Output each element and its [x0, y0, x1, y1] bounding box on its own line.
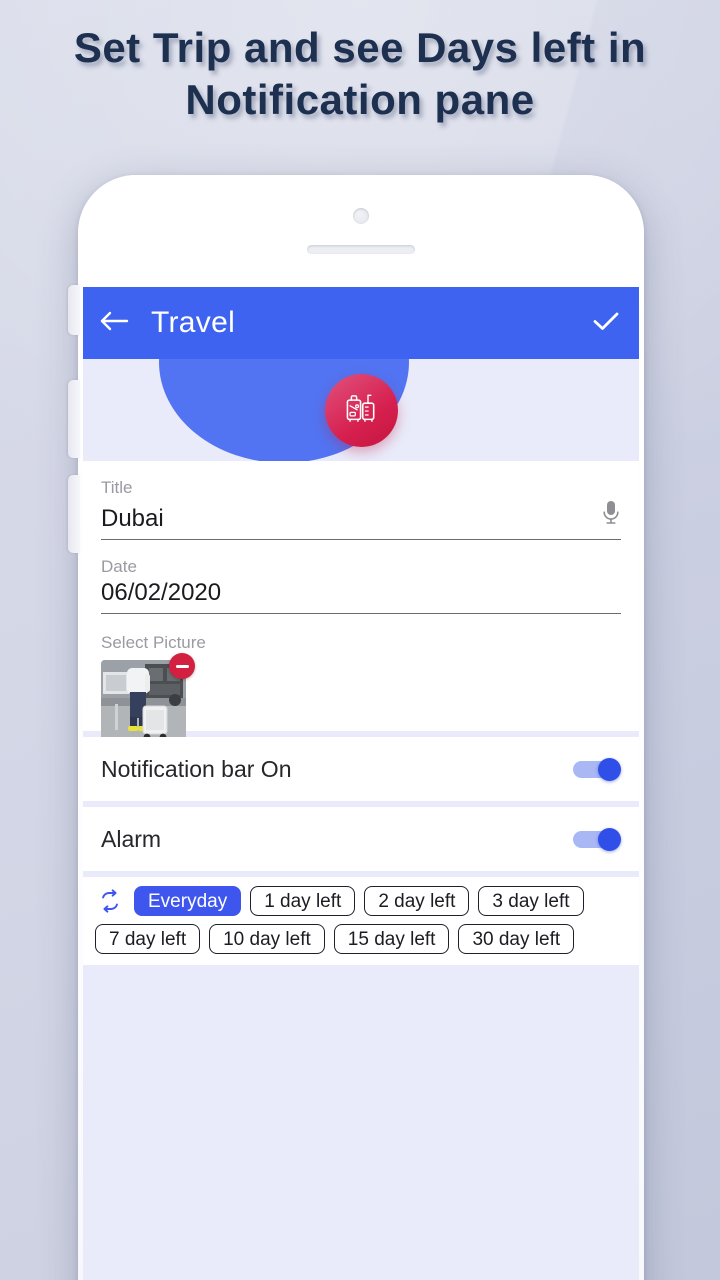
title-field-label: Title	[101, 478, 133, 497]
app-screen: Travel Title Dubai Date 06/02/2020 Selec…	[83, 287, 639, 1280]
chip-2-day-left[interactable]: 2 day left	[364, 886, 470, 916]
alarm-label: Alarm	[101, 825, 162, 852]
chip-3-day-left[interactable]: 3 day left	[478, 886, 584, 916]
category-avatar[interactable]	[324, 373, 398, 447]
date-field-row[interactable]: 06/02/2020	[101, 578, 621, 614]
notification-bar-toggle[interactable]	[573, 758, 621, 781]
title-field-row[interactable]: Dubai	[101, 499, 621, 540]
earpiece-speaker	[307, 245, 415, 254]
form-card: Title Dubai Date 06/02/2020 Select Pictu…	[83, 461, 639, 750]
select-picture-block: Select Picture	[101, 614, 621, 750]
minus-circle-icon	[175, 664, 189, 668]
arrow-left-icon	[99, 309, 129, 338]
chip-15-day-left[interactable]: 15 day left	[333, 924, 450, 954]
reminder-chips: Everyday 1 day left 2 day left 3 day lef…	[95, 886, 631, 954]
front-camera-icon	[353, 208, 369, 224]
chip-7-day-left[interactable]: 7 day left	[95, 924, 201, 954]
luggage-icon	[340, 387, 382, 434]
promo-screenshot: Set Trip and see Days left in Notificati…	[0, 0, 720, 1280]
notification-bar-row[interactable]: Notification bar On	[83, 737, 639, 801]
save-button[interactable]	[573, 287, 639, 359]
chip-30-day-left[interactable]: 30 day left	[458, 924, 575, 954]
date-input[interactable]: 06/02/2020	[101, 578, 621, 608]
phone-volume-down-button[interactable]	[68, 475, 80, 553]
alarm-toggle[interactable]	[573, 828, 621, 851]
chip-everyday[interactable]: Everyday	[134, 886, 242, 916]
date-field: Date 06/02/2020	[101, 540, 621, 614]
chip-10-day-left[interactable]: 10 day left	[209, 924, 325, 954]
phone-volume-up-button[interactable]	[68, 380, 80, 458]
back-button[interactable]	[83, 287, 145, 359]
promo-headline-line-2: Notification pane	[185, 76, 535, 123]
date-field-label: Date	[101, 557, 137, 576]
select-picture-label: Select Picture	[101, 633, 206, 652]
notification-bar-label: Notification bar On	[101, 755, 292, 782]
app-bar-content: Travel	[83, 287, 639, 359]
check-icon	[591, 309, 621, 338]
repeat-icon[interactable]	[95, 886, 125, 916]
promo-headline-line-1: Set Trip and see Days left in	[73, 24, 647, 71]
reminder-chips-card: Everyday 1 day left 2 day left 3 day lef…	[83, 877, 639, 965]
page-title: Travel	[151, 306, 236, 339]
phone-silent-switch[interactable]	[68, 285, 80, 335]
chip-1-day-left[interactable]: 1 day left	[250, 886, 356, 916]
microphone-icon[interactable]	[601, 499, 621, 532]
phone-body: Travel Title Dubai Date 06/02/2020 Selec…	[78, 175, 644, 1280]
toggle-thumb	[598, 758, 621, 781]
title-field: Title Dubai	[101, 461, 621, 540]
phone-mockup: Travel Title Dubai Date 06/02/2020 Selec…	[68, 175, 644, 1280]
screen-background	[83, 965, 639, 1280]
title-input[interactable]: Dubai	[101, 504, 601, 534]
promo-headline: Set Trip and see Days left in Notificati…	[0, 22, 720, 126]
category-avatar-wrap	[83, 359, 639, 461]
toggle-thumb	[598, 828, 621, 851]
remove-picture-button[interactable]	[169, 653, 195, 679]
alarm-row[interactable]: Alarm	[83, 807, 639, 871]
